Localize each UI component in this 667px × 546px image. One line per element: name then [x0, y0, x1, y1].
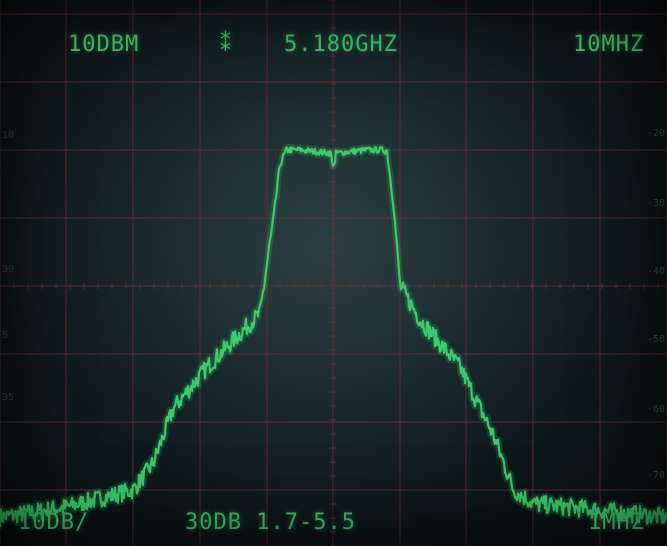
left-scale-label: 10: [2, 130, 15, 141]
left-scale-label: 35: [2, 392, 15, 403]
right-scale-label: -50: [646, 334, 665, 345]
graticule-grid: [0, 0, 667, 546]
left-scale-label: 5: [2, 330, 9, 341]
right-scale-label: -30: [646, 198, 665, 209]
spectrum-display: [0, 0, 667, 546]
span-per-division-label: 10MHZ: [573, 32, 645, 57]
resolution-bandwidth-label: 1MHZ: [588, 510, 645, 535]
right-scale-label: -60: [646, 404, 665, 415]
marker-icon: ⁑: [220, 32, 232, 57]
center-frequency-label: 5.180GHZ: [284, 32, 398, 57]
right-scale-label: -20: [646, 128, 665, 139]
vertical-scale-label: 10DB/: [18, 510, 90, 535]
attenuation-range-label: 30DB 1.7-5.5: [185, 510, 356, 535]
oscilloscope-screen: 10DBM ⁑ 5.180GHZ 10MHZ 10DB/ 30DB 1.7-5.…: [0, 0, 667, 546]
right-scale-label: -40: [646, 266, 665, 277]
reference-level-label: 10DBM: [68, 32, 140, 57]
right-scale-label: -70: [646, 470, 665, 481]
left-scale-label: 30: [2, 264, 15, 275]
